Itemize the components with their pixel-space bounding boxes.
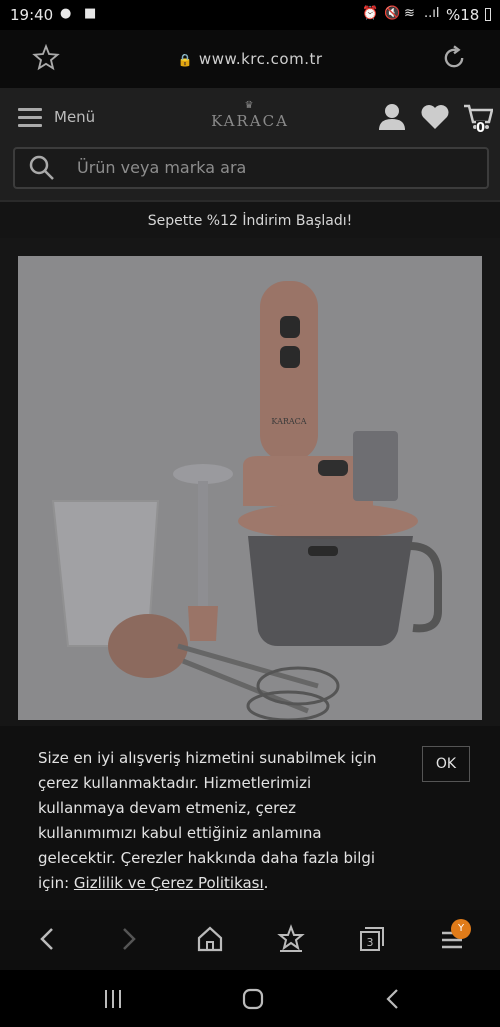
search-input[interactable]: Ürün veya marka ara [13, 147, 489, 189]
app-notification-icon: ■ [84, 6, 97, 21]
privacy-policy-link[interactable]: Gizlilik ve Çerez Politikası [74, 874, 264, 892]
battery-level: %18 [446, 6, 480, 24]
recent-apps-icon[interactable] [100, 986, 126, 1012]
notification-icon: ● [60, 6, 72, 21]
wishlist-heart-icon[interactable] [420, 102, 450, 132]
browser-url-bar: 🔒 www.krc.com.tr [0, 30, 500, 88]
cart-count: 0 [476, 121, 486, 136]
url-field[interactable]: 🔒 www.krc.com.tr [0, 50, 500, 68]
system-navigation-bar [0, 970, 500, 1027]
back-arrow-icon[interactable] [33, 924, 63, 954]
search-placeholder: Ürün veya marka ara [77, 158, 247, 177]
bookmarks-star-icon[interactable] [276, 924, 306, 954]
status-bar: 19:40 ● ■ ⏰ 🔇 ≋ ..ıl %18 [0, 0, 500, 30]
browser-bottom-nav: 3 [0, 910, 500, 970]
alarm-icon: ⏰ [362, 6, 379, 21]
wifi-icon: ≋ [404, 6, 415, 21]
site-logo[interactable]: ♛ KARACA [200, 100, 300, 131]
account-icon[interactable] [377, 102, 407, 132]
cookie-consent-banner: Size en iyi alışveriş hizmetini sunabilm… [0, 726, 500, 910]
home-icon[interactable] [195, 924, 225, 954]
promo-banner[interactable]: Sepette %12 İndirim Başladı! [0, 200, 500, 240]
product-brand-mark: KARACA [271, 417, 306, 426]
hand-blender-set-illustration: KARACA [51, 281, 442, 720]
logo-text: KARACA [211, 112, 289, 130]
cookie-ok-button[interactable]: OK [422, 746, 470, 782]
tabs-icon[interactable]: 3 [356, 924, 386, 954]
system-back-icon[interactable] [380, 986, 406, 1012]
tabs-count: 3 [367, 936, 374, 949]
reload-icon[interactable] [440, 44, 468, 72]
mute-icon: 🔇 [384, 6, 401, 21]
profile-badge: Y [451, 919, 471, 939]
home-button-icon[interactable] [240, 986, 266, 1012]
status-time: 19:40 [10, 6, 54, 24]
cookie-suffix: . [263, 874, 269, 892]
battery-icon [485, 8, 491, 21]
search-icon [29, 155, 54, 180]
signal-icon: ..ıl [424, 6, 440, 21]
forward-arrow-icon[interactable] [113, 924, 143, 954]
url-text: www.krc.com.tr [198, 50, 323, 68]
hamburger-menu-icon[interactable] [18, 108, 42, 132]
cookie-text: Size en iyi alışveriş hizmetini sunabilm… [38, 749, 377, 892]
lock-icon: 🔒 [177, 53, 193, 67]
crown-icon: ♛ [244, 100, 256, 111]
menu-label[interactable]: Menü [54, 108, 95, 126]
product-image[interactable]: KARACA [18, 256, 482, 720]
cookie-message: Size en iyi alışveriş hizmetini sunabilm… [38, 746, 398, 896]
